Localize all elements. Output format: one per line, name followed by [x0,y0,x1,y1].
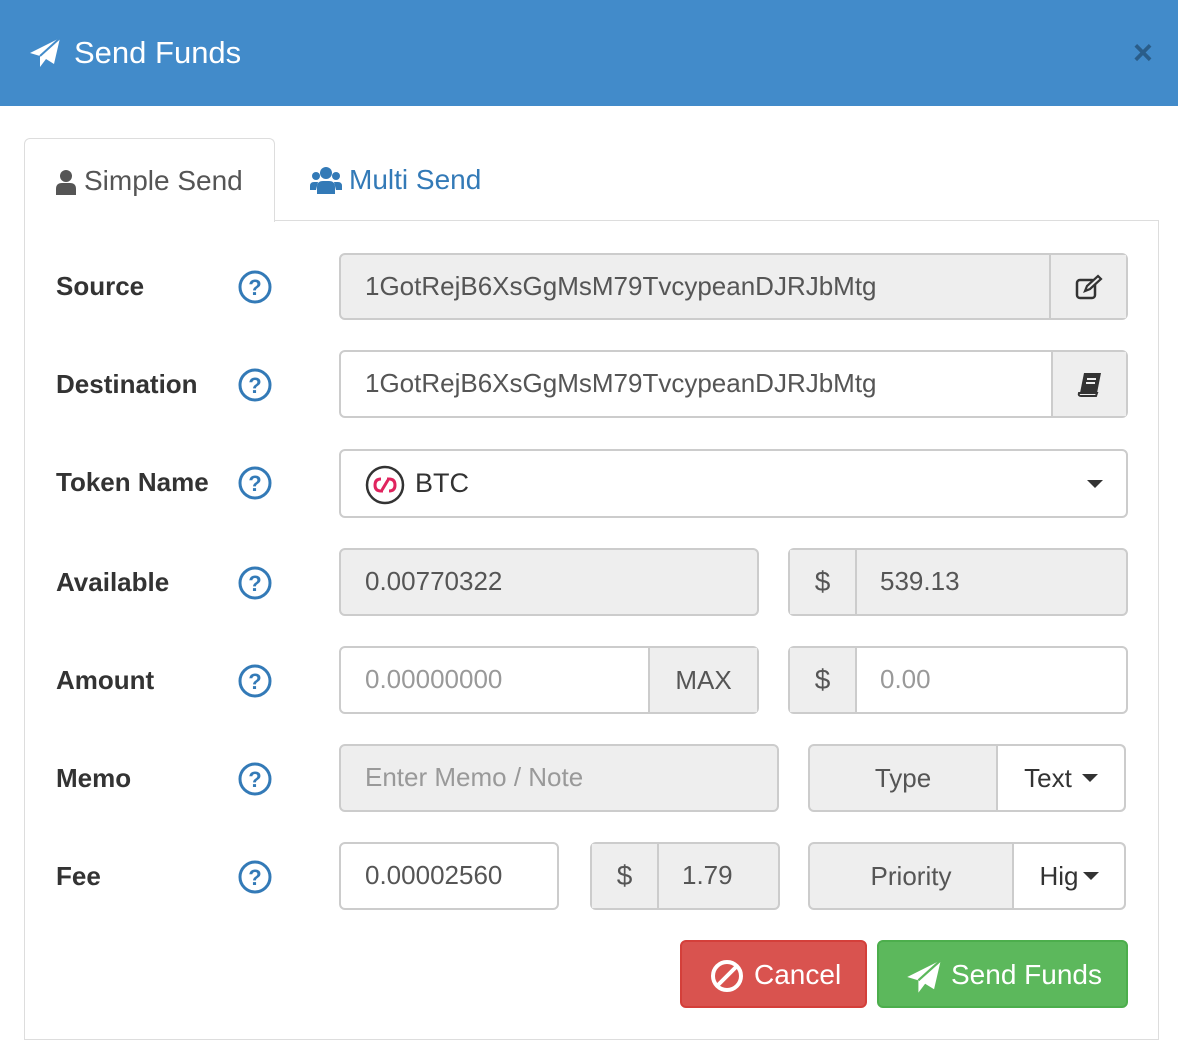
fee-usd-value: 1.79 [682,860,733,890]
user-icon [56,170,76,195]
amount-usd-field[interactable]: $ 0.00 [788,646,1128,714]
svg-text:?: ? [248,571,261,596]
cancel-button[interactable]: Cancel [680,940,867,1008]
edit-source-button[interactable] [1049,255,1126,318]
fee-usd-field: $ 1.79 [590,842,780,910]
panel-border-right [1158,220,1159,1040]
svg-text:?: ? [248,373,261,398]
paper-plane-icon [30,37,61,67]
amount-usd-placeholder: 0.00 [880,664,931,694]
dialog-header: Send Funds × [0,0,1178,106]
available-usd-field: $ 539.13 [788,548,1128,616]
fee-priority-group[interactable]: Priority Hig [808,842,1126,910]
help-icon[interactable]: ? [238,368,272,402]
destination-field[interactable]: 1GotRejB6XsGgMsM79TvcypeanDJRJbMtg [339,350,1128,418]
memo-label: Memo [56,763,132,793]
paper-plane-icon [907,959,942,993]
available-label: Available [56,567,170,597]
help-icon[interactable]: ? [238,664,272,698]
usd-symbol: $ [616,860,633,891]
source-value: 1GotRejB6XsGgMsM79TvcypeanDJRJbMtg [365,271,877,301]
amount-label: Amount [56,665,155,695]
priority-value: Hig [1039,861,1079,891]
usd-addon: $ [592,844,659,908]
book-icon [1077,373,1101,397]
chevron-down-icon [1087,480,1103,488]
tab-divider [274,220,1159,221]
available-balance-field: 0.00770322 [339,548,759,616]
help-icon[interactable]: ? [238,270,272,304]
chevron-down-icon [1081,774,1098,782]
help-icon[interactable]: ? [238,566,272,600]
cancel-label: Cancel [754,959,842,990]
memo-type-label: Type [810,746,996,810]
memo-type-group[interactable]: Type Text [808,744,1126,812]
send-funds-label: Send Funds [951,959,1102,990]
usd-addon: $ [790,648,857,712]
tab-multi-send-label: Multi Send [349,164,482,195]
dialog-title: Send Funds [74,35,242,70]
source-field[interactable]: 1GotRejB6XsGgMsM79TvcypeanDJRJbMtg [339,253,1128,320]
memo-field[interactable]: Enter Memo / Note [339,744,779,812]
amount-field[interactable]: 0.00000000 MAX [339,646,759,714]
address-book-button[interactable] [1051,352,1126,416]
memo-type-dropdown[interactable]: Text [996,746,1124,810]
usd-symbol: $ [814,664,831,695]
edit-icon [1075,273,1103,299]
priority-text: Priority [870,861,952,891]
max-label: MAX [675,665,732,695]
close-icon[interactable]: × [1133,36,1153,70]
fee-label: Fee [56,861,101,891]
help-icon[interactable]: ? [238,466,272,500]
amount-placeholder: 0.00000000 [365,664,503,694]
svg-text:?: ? [248,865,261,890]
users-icon [310,167,342,194]
max-button[interactable]: MAX [648,648,757,712]
source-label: Source [56,271,145,301]
token-logo-icon [365,465,405,505]
token-name-label: Token Name [56,467,209,497]
token-select[interactable]: BTC [339,449,1128,518]
chevron-down-icon [1082,872,1099,880]
usd-addon: $ [790,550,857,614]
panel-border-left [24,220,25,1040]
svg-text:?: ? [248,767,261,792]
memo-placeholder: Enter Memo / Note [365,762,584,792]
help-icon[interactable]: ? [238,762,272,796]
available-usd-value: 539.13 [880,566,960,596]
tab-simple-send[interactable]: Simple Send [24,138,275,222]
priority-label: Priority [810,844,1012,908]
destination-label: Destination [56,369,198,399]
memo-type-value: Text [1024,763,1072,793]
help-icon[interactable]: ? [238,860,272,894]
svg-text:?: ? [248,275,261,300]
available-value: 0.00770322 [365,566,503,596]
ban-icon [711,960,743,992]
fee-value: 0.00002560 [365,860,503,890]
svg-text:?: ? [248,471,261,496]
usd-symbol: $ [814,566,831,597]
panel-border-bottom [24,1039,1159,1040]
svg-text:?: ? [248,669,261,694]
tab-simple-send-label: Simple Send [84,165,243,196]
token-value: BTC [415,468,469,498]
memo-type-text: Type [874,763,932,793]
send-funds-button[interactable]: Send Funds [877,940,1128,1008]
destination-value: 1GotRejB6XsGgMsM79TvcypeanDJRJbMtg [365,368,877,398]
fee-field[interactable]: 0.00002560 [339,842,559,910]
priority-dropdown[interactable]: Hig [1012,844,1124,908]
